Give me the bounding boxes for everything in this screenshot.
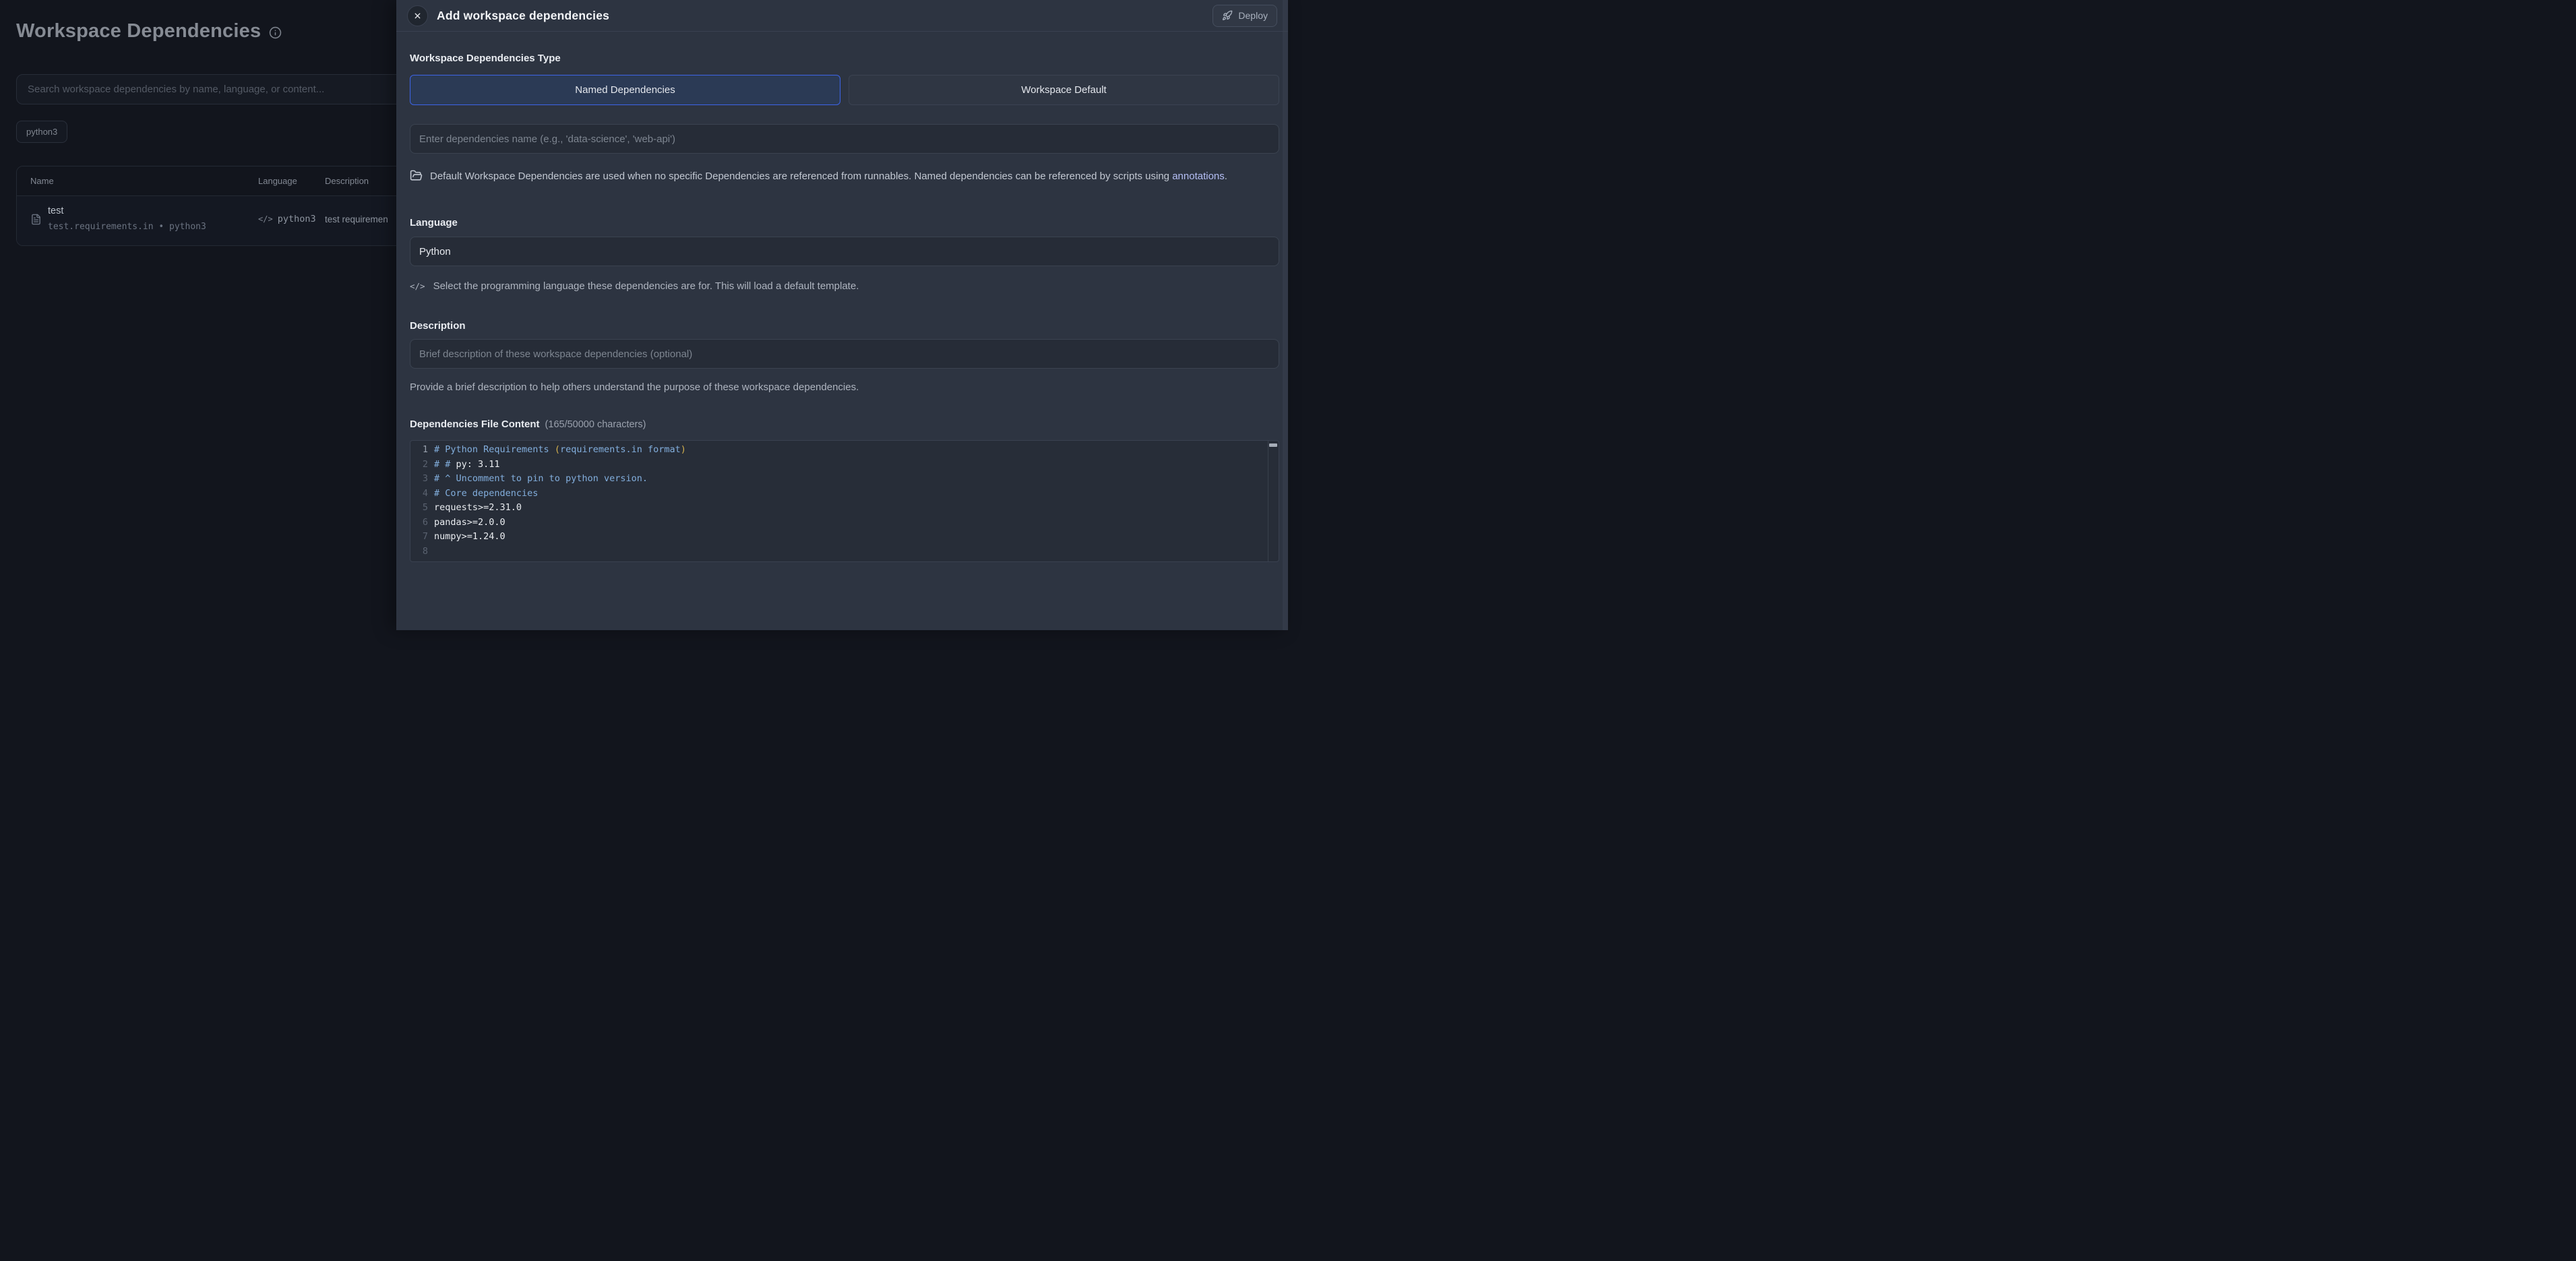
editor-scrollbar-gutter[interactable] — [1268, 441, 1279, 561]
language-select[interactable]: Python — [410, 237, 1279, 266]
close-button[interactable] — [407, 5, 428, 26]
editor-scrollbar-thumb[interactable] — [1269, 443, 1277, 447]
close-icon — [413, 11, 422, 20]
content-section-header: Dependencies File Content (165/50000 cha… — [410, 419, 1279, 430]
type-section-label: Workspace Dependencies Type — [410, 53, 1279, 64]
dependency-subtitle: test.requirements.in • python3 — [48, 222, 206, 232]
description-hint: Provide a brief description to help othe… — [410, 381, 1279, 393]
character-counter: (165/50000 characters) — [545, 419, 646, 430]
description-input[interactable] — [410, 339, 1279, 369]
column-header-language: Language — [258, 176, 297, 186]
drawer-scrollbar-track[interactable] — [1283, 0, 1288, 630]
description-section-label: Description — [410, 320, 1279, 332]
type-info-text: Default Workspace Dependencies are used … — [410, 168, 1279, 187]
column-header-description: Description — [325, 176, 369, 186]
language-select-value: Python — [419, 246, 451, 257]
dependency-name: test — [48, 206, 63, 216]
drawer-body: Workspace Dependencies Type Named Depend… — [396, 53, 1288, 562]
deploy-button-label: Deploy — [1238, 10, 1268, 21]
dependency-description: test requiremen — [325, 214, 388, 224]
dependencies-file-editor[interactable]: 1# Python Requirements (requirements.in … — [410, 440, 1279, 562]
add-dependencies-drawer: Add workspace dependencies Deploy Worksp… — [396, 0, 1288, 630]
type-toggle-group: Named Dependencies Workspace Default — [410, 75, 1279, 105]
code-icon: </> — [410, 281, 425, 291]
page-title: Workspace Dependencies — [16, 20, 261, 42]
workspace-dependencies-page: Workspace Dependencies python3 Name Lang… — [0, 0, 1288, 630]
type-option-workspace-default[interactable]: Workspace Default — [849, 75, 1279, 105]
file-text-icon — [30, 212, 42, 226]
drawer-header: Add workspace dependencies Deploy — [396, 0, 1288, 32]
language-hint: </> Select the programming language thes… — [410, 280, 1279, 292]
language-section-label: Language — [410, 217, 1279, 228]
dependency-language: python3 — [278, 214, 316, 224]
rocket-icon — [1222, 10, 1233, 21]
deploy-button[interactable]: Deploy — [1213, 5, 1277, 27]
dependency-language-cell: </> python3 — [258, 214, 316, 224]
info-icon[interactable] — [269, 26, 282, 39]
filter-chip-python3[interactable]: python3 — [16, 121, 67, 143]
code-icon: </> — [258, 214, 273, 224]
drawer-title: Add workspace dependencies — [437, 9, 609, 23]
content-section-label: Dependencies File Content — [410, 419, 540, 430]
annotations-link[interactable]: annotations — [1172, 171, 1225, 182]
folder-open-icon — [410, 169, 423, 187]
column-header-name: Name — [30, 176, 54, 186]
type-option-named-dependencies[interactable]: Named Dependencies — [410, 75, 840, 105]
dependencies-name-input[interactable] — [410, 124, 1279, 154]
code-editor-lines: 1# Python Requirements (requirements.in … — [410, 441, 1279, 560]
